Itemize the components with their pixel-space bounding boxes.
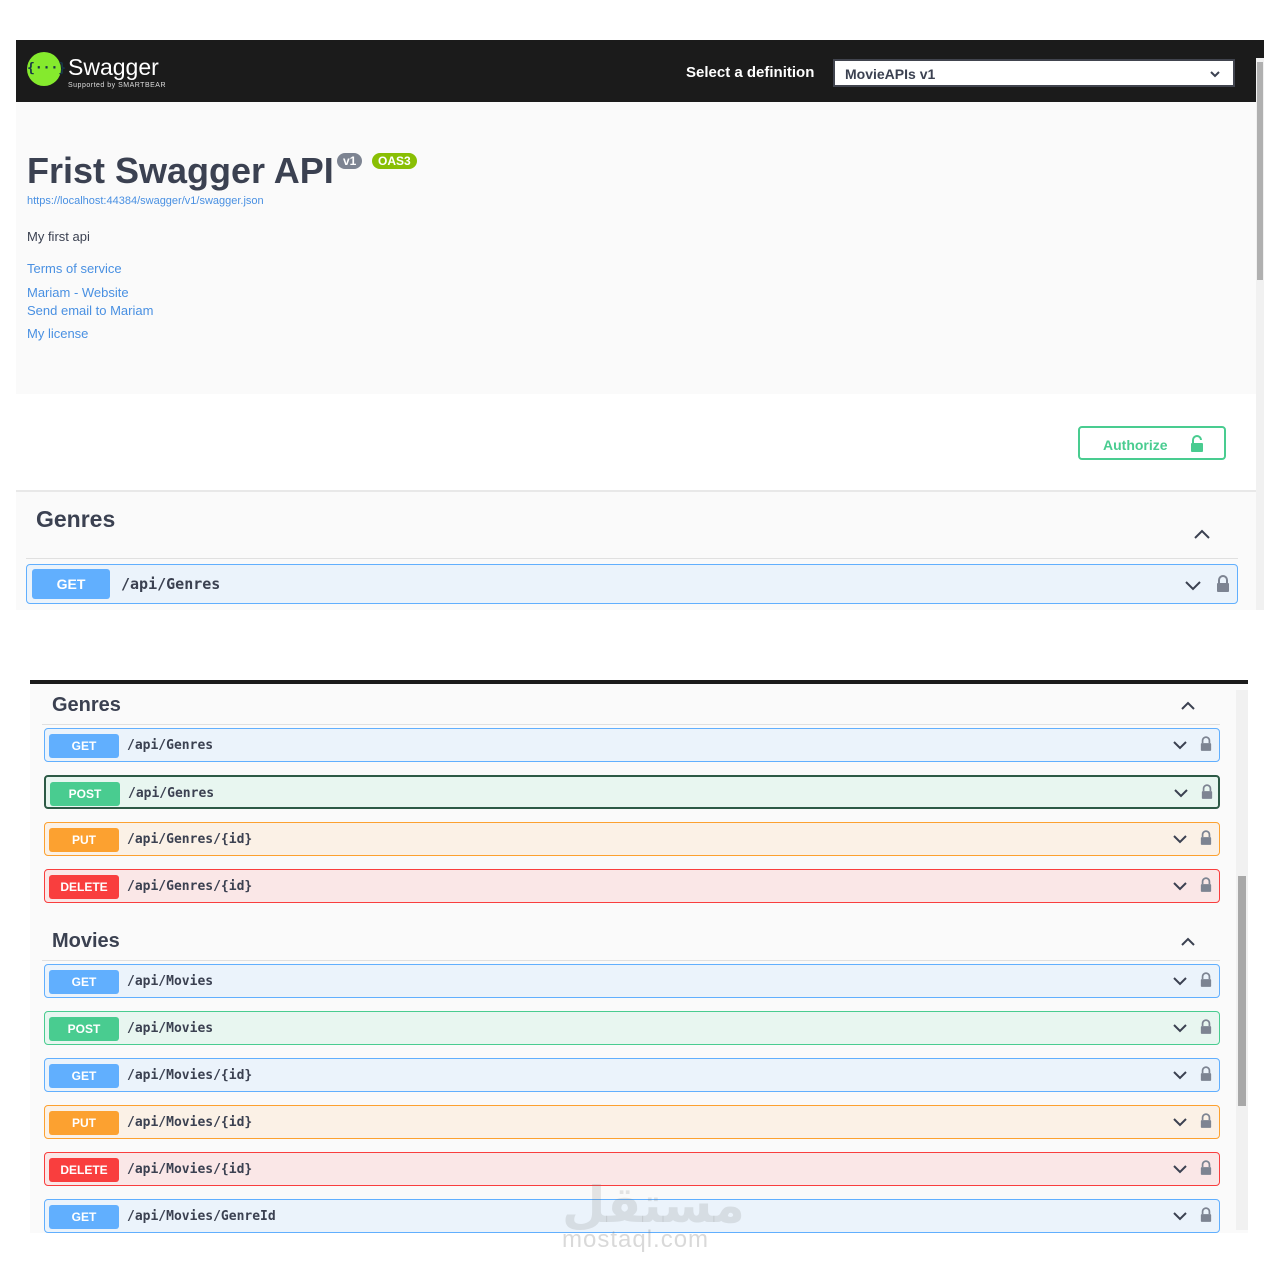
website-link[interactable]: Mariam - Website bbox=[27, 285, 129, 300]
lock-icon[interactable] bbox=[1200, 877, 1212, 893]
chevron-down-icon[interactable] bbox=[1171, 738, 1189, 752]
operation-path: /api/Movies/GenreId bbox=[127, 1209, 276, 1224]
chevron-down-icon[interactable] bbox=[1171, 1021, 1189, 1035]
operation-path: /api/Movies/{id} bbox=[127, 1115, 253, 1130]
operation-path: /api/Movies/{id} bbox=[127, 1068, 253, 1083]
scrollbar-thumb[interactable] bbox=[1238, 876, 1246, 1106]
operation-row[interactable]: GET/api/Movies bbox=[44, 964, 1220, 998]
operation-row[interactable]: GET/api/Genres bbox=[44, 728, 1220, 762]
chevron-down-icon[interactable] bbox=[1171, 1115, 1189, 1129]
method-badge: PUT bbox=[49, 1111, 119, 1135]
swagger-screenshot-bottom: Genres GET/api/Genres POST/api/Genres PUT/a… bbox=[30, 680, 1248, 1233]
terms-of-service-link[interactable]: Terms of service bbox=[27, 261, 122, 276]
operation-path: /api/Genres bbox=[127, 738, 214, 753]
tag-genres[interactable]: Genres bbox=[52, 694, 121, 717]
operation-row[interactable]: GET/api/Movies/{id} bbox=[44, 1058, 1220, 1092]
chevron-down-icon[interactable] bbox=[1171, 1209, 1189, 1223]
method-badge: GET bbox=[32, 569, 110, 599]
spec-url-link[interactable]: https://localhost:44384/swagger/v1/swagg… bbox=[27, 195, 264, 207]
method-badge: GET bbox=[49, 970, 119, 994]
api-title: Frist Swagger API bbox=[27, 150, 334, 191]
authorize-button[interactable]: Authorize bbox=[1078, 426, 1226, 460]
definition-select[interactable]: MovieAPIs v1 bbox=[833, 59, 1235, 87]
chevron-down-icon[interactable] bbox=[1171, 1162, 1189, 1176]
operation-path: /api/Genres bbox=[128, 786, 215, 801]
operation-row[interactable]: POST/api/Genres bbox=[44, 775, 1220, 809]
chevron-down-icon[interactable] bbox=[1171, 974, 1189, 988]
version-badge: v1 bbox=[337, 153, 363, 169]
tag-genres[interactable]: Genres bbox=[36, 506, 115, 533]
lock-icon[interactable] bbox=[1200, 1207, 1212, 1223]
operation-path: /api/Movies bbox=[127, 1021, 214, 1036]
chevron-down-icon[interactable] bbox=[1183, 577, 1203, 593]
swagger-screenshot-top: {···} Swagger Supported by SMARTBEAR Sel… bbox=[16, 40, 1264, 610]
unlock-icon bbox=[1191, 435, 1203, 452]
method-badge: GET bbox=[49, 1064, 119, 1088]
lock-icon[interactable] bbox=[1200, 1113, 1212, 1129]
topbar: {···} Swagger Supported by SMARTBEAR Sel… bbox=[16, 40, 1264, 102]
definition-label: Select a definition bbox=[686, 64, 815, 81]
operation-path: /api/Movies bbox=[127, 974, 214, 989]
scrollbar[interactable] bbox=[1236, 690, 1248, 1230]
operation-row[interactable]: PUT/api/Movies/{id} bbox=[44, 1105, 1220, 1139]
chevron-down-icon[interactable] bbox=[1172, 786, 1190, 800]
oas-badge: OAS3 bbox=[372, 153, 417, 169]
definition-value: MovieAPIs v1 bbox=[845, 66, 936, 82]
method-badge: GET bbox=[49, 734, 119, 758]
operation-path: /api/Movies/{id} bbox=[127, 1162, 253, 1177]
lock-icon[interactable] bbox=[1200, 972, 1212, 988]
scheme-container: Authorize bbox=[16, 394, 1264, 492]
operation-row[interactable]: DELETE/api/Genres/{id} bbox=[44, 869, 1220, 903]
lock-icon[interactable] bbox=[1216, 575, 1230, 593]
authorize-label: Authorize bbox=[1103, 437, 1168, 453]
operation-row[interactable]: GET /api/Genres bbox=[26, 564, 1238, 604]
chevron-up-icon[interactable] bbox=[1179, 934, 1197, 948]
license-link[interactable]: My license bbox=[27, 326, 88, 341]
tag-divider bbox=[42, 960, 1220, 961]
lock-icon[interactable] bbox=[1200, 830, 1212, 846]
method-badge: DELETE bbox=[49, 875, 119, 899]
tag-divider bbox=[42, 724, 1220, 725]
lock-icon[interactable] bbox=[1201, 784, 1213, 800]
operation-row[interactable]: PUT/api/Genres/{id} bbox=[44, 822, 1220, 856]
operation-path: /api/Genres/{id} bbox=[127, 879, 253, 894]
scrollbar-thumb[interactable] bbox=[1257, 62, 1263, 280]
email-link[interactable]: Send email to Mariam bbox=[27, 303, 153, 318]
method-badge: POST bbox=[50, 782, 120, 806]
swagger-logo-icon[interactable]: {···} bbox=[27, 52, 66, 86]
logo-name: Swagger bbox=[68, 54, 159, 80]
chevron-down-icon bbox=[1210, 71, 1220, 78]
scrollbar[interactable] bbox=[1256, 58, 1264, 610]
logo-subtitle: Supported by SMARTBEAR bbox=[68, 82, 167, 89]
watermark-latin: mostaql.com bbox=[562, 1226, 710, 1253]
lock-icon[interactable] bbox=[1200, 1019, 1212, 1035]
info-section: Frist Swagger API v1 OAS3 https://localh… bbox=[16, 102, 1264, 394]
chevron-down-icon[interactable] bbox=[1171, 1068, 1189, 1082]
method-badge: POST bbox=[49, 1017, 119, 1041]
operation-path: /api/Genres/{id} bbox=[127, 832, 253, 847]
lock-icon[interactable] bbox=[1200, 1160, 1212, 1176]
chevron-down-icon[interactable] bbox=[1171, 832, 1189, 846]
tag-movies[interactable]: Movies bbox=[52, 930, 120, 953]
api-description: My first api bbox=[27, 229, 90, 244]
chevron-up-icon[interactable] bbox=[1192, 526, 1212, 542]
operation-row[interactable]: POST/api/Movies bbox=[44, 1011, 1220, 1045]
lock-icon[interactable] bbox=[1200, 736, 1212, 752]
chevron-down-icon[interactable] bbox=[1171, 879, 1189, 893]
method-badge: PUT bbox=[49, 828, 119, 852]
lock-icon[interactable] bbox=[1200, 1066, 1212, 1082]
method-badge: GET bbox=[49, 1205, 119, 1229]
tag-divider bbox=[26, 558, 1238, 559]
operation-path: /api/Genres bbox=[121, 575, 221, 593]
method-badge: DELETE bbox=[49, 1158, 119, 1182]
chevron-up-icon[interactable] bbox=[1179, 698, 1197, 712]
